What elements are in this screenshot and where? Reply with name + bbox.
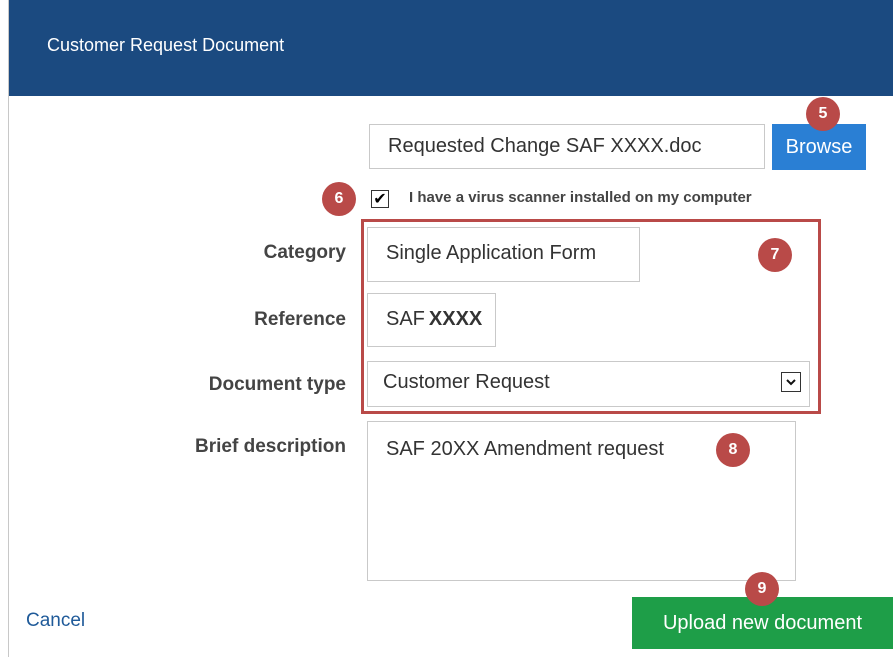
virus-scanner-checkbox[interactable]: ✔ [371, 190, 389, 208]
callout-badge-description: 8 [716, 433, 750, 467]
callout-badge-upload: 9 [745, 572, 779, 606]
file-name-value: Requested Change SAF XXXX.doc [388, 135, 702, 157]
virus-scanner-label: I have a virus scanner installed on my c… [409, 189, 752, 206]
description-label: Brief description [195, 436, 346, 457]
callout-badge-virus: 6 [322, 182, 356, 216]
reference-label: Reference [254, 309, 346, 330]
callout-number: 9 [757, 580, 767, 597]
browse-button-label: Browse [785, 135, 853, 158]
callout-badge-browse: 5 [806, 97, 840, 131]
callout-number: 5 [818, 105, 828, 122]
document-type-label: Document type [208, 374, 346, 395]
callout-badge-fields: 7 [758, 238, 792, 272]
callout-number: 6 [334, 190, 344, 207]
upload-button-label: Upload new document [662, 611, 862, 634]
description-value: SAF 20XX Amendment request [386, 438, 664, 460]
dialog-title-bar: Customer Request Document [9, 0, 893, 96]
category-label: Category [263, 242, 346, 263]
callout-number: 7 [770, 246, 780, 263]
browse-button[interactable]: Browse [772, 124, 866, 170]
callout-number: 8 [728, 441, 738, 458]
fields-highlight-box [361, 219, 821, 414]
file-name-field[interactable]: Requested Change SAF XXXX.doc [369, 124, 765, 169]
checkmark-icon: ✔ [373, 189, 387, 208]
dialog-title: Customer Request Document [47, 35, 285, 55]
cancel-link[interactable]: Cancel [26, 610, 85, 632]
